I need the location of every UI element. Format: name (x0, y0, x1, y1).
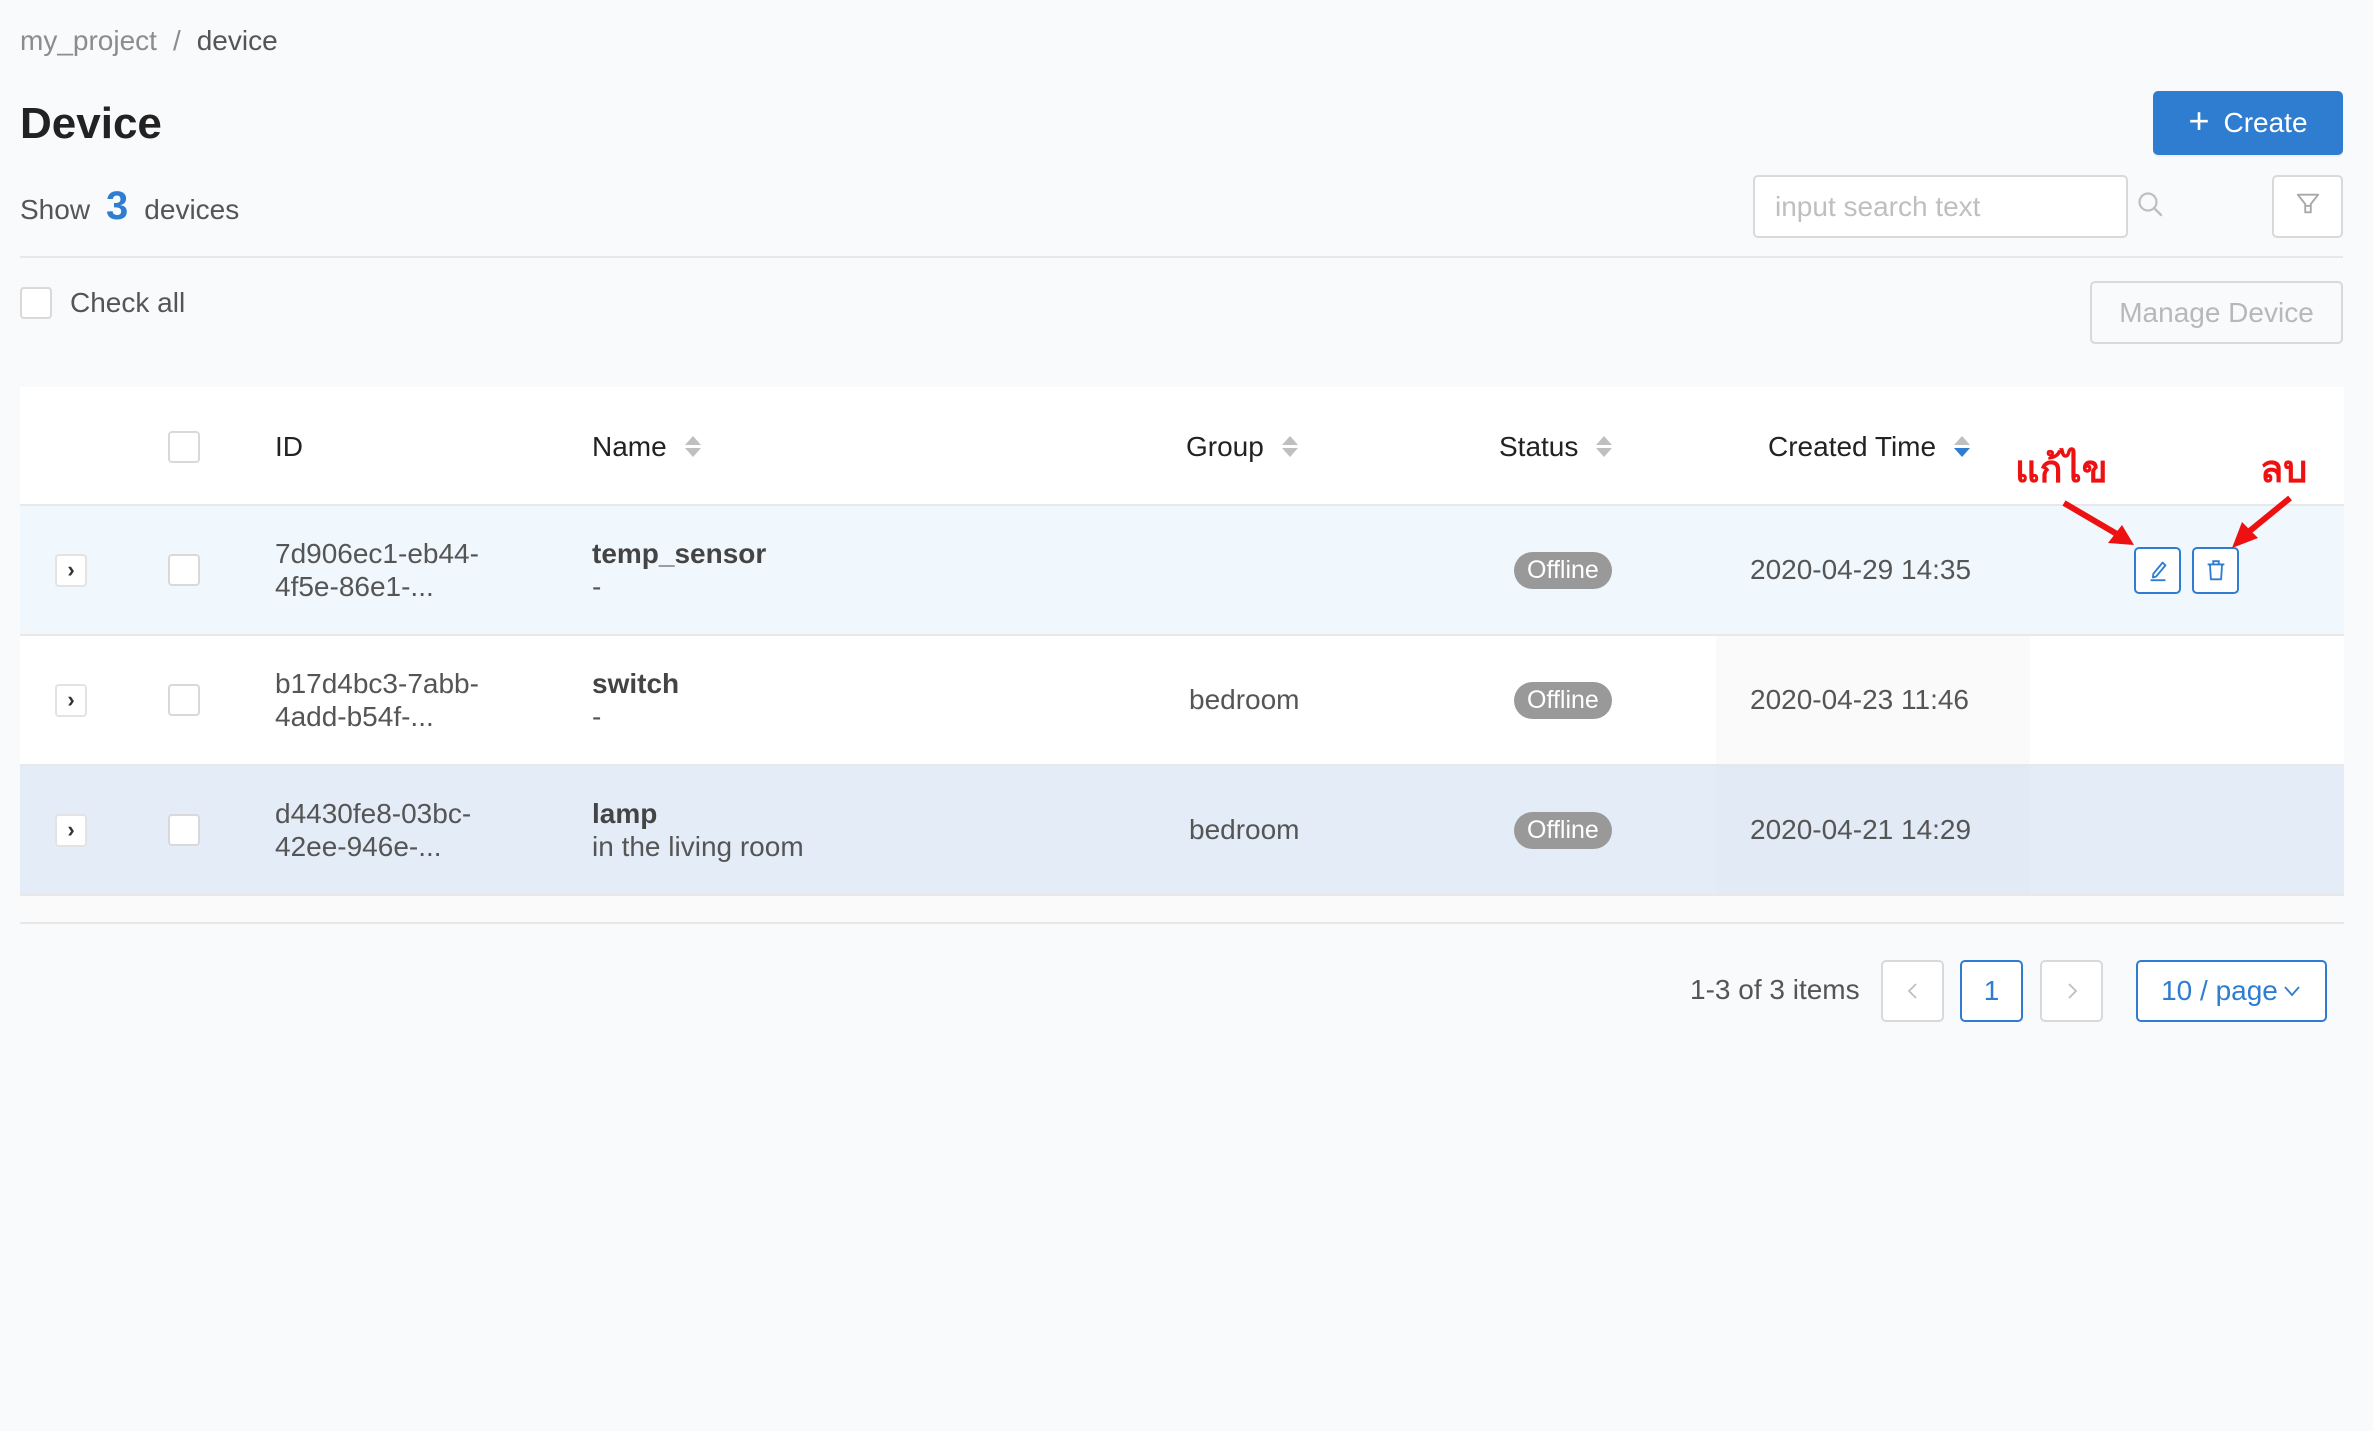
device-group: bedroom (1189, 814, 1300, 845)
created-time: 2020-04-29 14:35 (1750, 554, 1972, 585)
edit-icon (2150, 561, 2166, 582)
delete-button[interactable] (2192, 546, 2239, 594)
column-label: Group (1186, 430, 1264, 462)
annotation-edit-label: แก้ไข (2015, 447, 2108, 491)
row-checkbox[interactable] (168, 684, 200, 716)
column-header-id: ID (275, 387, 303, 506)
row-checkbox[interactable] (168, 814, 200, 846)
table-row[interactable]: › b17d4bc3-7abb- 4add-b54f-... switch - … (20, 636, 2344, 766)
device-description: - (592, 701, 602, 732)
created-time: 2020-04-21 14:29 (1750, 814, 1972, 845)
expand-cell: › (55, 506, 87, 634)
device-name[interactable]: switch (592, 667, 679, 700)
header-select-all (168, 387, 200, 506)
device-description: - (592, 571, 602, 602)
column-label: Created Time (1768, 430, 1937, 462)
name-cell: switch - (592, 636, 679, 764)
column-label: Name (592, 430, 667, 462)
search-icon[interactable] (2136, 190, 2164, 223)
device-id: 7d906ec1-eb44- 4f5e-86e1-... (275, 538, 479, 602)
column-header-group[interactable]: Group (1186, 387, 1298, 506)
page-size-select[interactable]: 10 / page (2136, 960, 2327, 1022)
breadcrumb: my_project / device (20, 24, 278, 58)
table-row[interactable]: › d4430fe8-03bc- 42ee-946e-... lamp in t… (20, 766, 2344, 896)
filter-icon (2295, 191, 2321, 222)
expand-row-button[interactable]: › (55, 683, 87, 717)
column-header-name[interactable]: Name (592, 387, 701, 506)
select-cell (168, 636, 200, 764)
created-time: 2020-04-23 11:46 (1750, 684, 1969, 715)
chevron-down-icon (2284, 986, 2300, 997)
name-cell: temp_sensor - (592, 506, 766, 634)
column-label: ID (275, 430, 303, 462)
breadcrumb-separator: / (172, 25, 181, 56)
annotation-arrow-delete-icon (2232, 495, 2292, 548)
row-checkbox[interactable] (168, 554, 200, 586)
count-suffix: devices (144, 194, 240, 225)
status-badge: Offline (1514, 681, 1612, 719)
next-page-button[interactable] (2040, 960, 2103, 1022)
breadcrumb-project-link[interactable]: my_project (20, 24, 157, 58)
device-id: b17d4bc3-7abb- 4add-b54f-... (275, 668, 479, 732)
expand-row-button[interactable]: › (55, 813, 87, 847)
column-header-created-time[interactable]: Created Time (1768, 387, 1971, 506)
column-label: Status (1499, 430, 1579, 462)
page-1-button[interactable]: 1 (1960, 960, 2023, 1022)
chevron-right-icon (2067, 983, 2077, 999)
prev-page-button[interactable] (1881, 960, 1944, 1022)
filter-button[interactable] (2272, 175, 2343, 238)
annotation-arrow-edit-icon (2062, 500, 2134, 545)
check-all-checkbox[interactable] (20, 287, 52, 319)
chevron-left-icon (1907, 983, 1917, 999)
sort-icon[interactable] (684, 436, 701, 457)
status-badge: Offline (1514, 551, 1612, 589)
actions-cell (2134, 506, 2239, 634)
count-prefix: Show (20, 194, 91, 225)
manage-device-button[interactable]: Manage Device (2090, 281, 2343, 344)
table-row[interactable]: › 7d906ec1-eb44- 4f5e-86e1-... temp_sens… (20, 506, 2344, 636)
expand-row-button[interactable]: › (55, 553, 87, 587)
breadcrumb-current: device (196, 25, 278, 56)
expand-cell: › (55, 636, 87, 764)
sort-icon[interactable] (1281, 436, 1298, 457)
status-cell: Offline (1514, 766, 1612, 894)
delete-icon (2207, 560, 2224, 581)
sort-descend-icon[interactable] (1954, 436, 1971, 457)
page-size-value: 10 / page (2161, 975, 2278, 1006)
table-footer (20, 896, 2344, 924)
column-header-status[interactable]: Status (1499, 387, 1613, 506)
count-number: 3 (106, 184, 129, 228)
header-divider (20, 256, 2343, 258)
device-table: ID Name Group Status Created Time › 7d90… (20, 387, 2344, 924)
sort-icon[interactable] (1596, 436, 1613, 457)
select-cell (168, 506, 200, 634)
device-description: in the living room (592, 831, 804, 862)
device-name[interactable]: temp_sensor (592, 537, 766, 570)
status-badge: Offline (1514, 811, 1612, 849)
expand-cell: › (55, 766, 87, 894)
create-button[interactable]: + Create (2153, 91, 2343, 155)
device-count: Show 3 devices (20, 186, 239, 230)
status-cell: Offline (1514, 636, 1612, 764)
page-title: Device (20, 99, 162, 148)
header-checkbox[interactable] (168, 430, 200, 463)
status-cell: Offline (1514, 506, 1612, 634)
search-box (1753, 175, 2163, 238)
device-name[interactable]: lamp (592, 797, 657, 830)
name-cell: lamp in the living room (592, 766, 804, 894)
search-input[interactable] (1775, 190, 2136, 223)
device-id: d4430fe8-03bc- 42ee-946e-... (275, 798, 472, 862)
edit-button[interactable] (2134, 546, 2181, 594)
create-button-label: Create (2223, 107, 2308, 138)
table-header: ID Name Group Status Created Time (20, 387, 2344, 506)
check-all[interactable]: Check all (20, 287, 185, 319)
plus-icon: + (2188, 100, 2210, 141)
annotation-delete-label: ลบ (2260, 447, 2308, 491)
device-group: bedroom (1189, 684, 1300, 715)
pagination-total: 1-3 of 3 items (1690, 974, 1860, 1005)
select-cell (168, 766, 200, 894)
check-all-label: Check all (70, 287, 186, 318)
